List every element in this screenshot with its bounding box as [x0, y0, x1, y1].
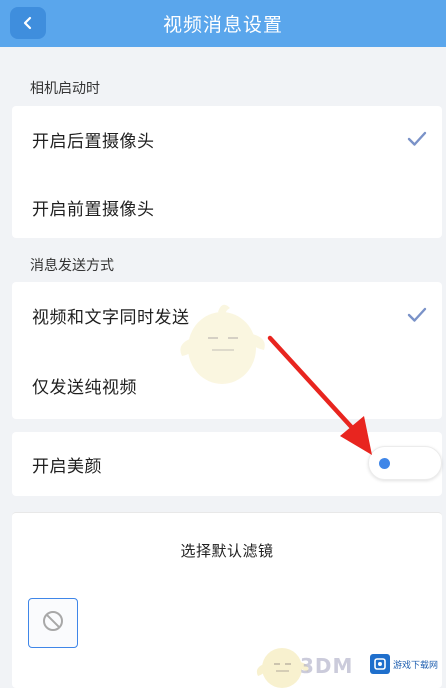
- chevron-left-icon: [21, 16, 35, 30]
- watermark-mascot: [180, 304, 265, 384]
- option-label: 开启前置摄像头: [32, 199, 155, 220]
- option-label: 仅发送纯视频: [32, 377, 137, 398]
- beauty-toggle[interactable]: [368, 446, 442, 480]
- section-label-send-method: 消息发送方式: [30, 258, 114, 274]
- toggle-knob: [379, 458, 390, 469]
- option-front-camera[interactable]: 开启前置摄像头: [12, 174, 442, 240]
- beauty-card: 开启美颜: [12, 432, 442, 496]
- watermark-site-logo: 游戏下载网: [370, 652, 442, 676]
- page-title: 视频消息设置: [162, 14, 283, 36]
- option-label: 视频和文字同时发送: [32, 307, 190, 328]
- option-rear-camera[interactable]: 开启后置摄像头: [12, 106, 442, 172]
- no-filter-icon: [41, 609, 65, 637]
- top-bar: 视频消息设置: [0, 0, 446, 47]
- beauty-label: 开启美颜: [32, 456, 102, 477]
- filter-title: 选择默认滤镜: [180, 542, 274, 560]
- checkmark-icon: [406, 304, 428, 326]
- checkmark-icon: [406, 128, 428, 150]
- site-name: 游戏下载网: [393, 660, 439, 671]
- beauty-row: 开启美颜: [12, 432, 442, 496]
- back-button[interactable]: [10, 7, 46, 39]
- no-filter-option[interactable]: [28, 598, 78, 648]
- settings-page: 视频消息设置 相机启动时 开启后置摄像头 开启前置摄像头 消息发送方式 视频和文…: [0, 0, 446, 688]
- camera-options-card: 开启后置摄像头 开启前置摄像头: [12, 106, 442, 238]
- option-label: 开启后置摄像头: [32, 131, 155, 152]
- section-label-camera: 相机启动时: [30, 81, 100, 97]
- site-logo-icon: [370, 654, 390, 674]
- watermark-3dm-logo: 3DM: [300, 654, 354, 678]
